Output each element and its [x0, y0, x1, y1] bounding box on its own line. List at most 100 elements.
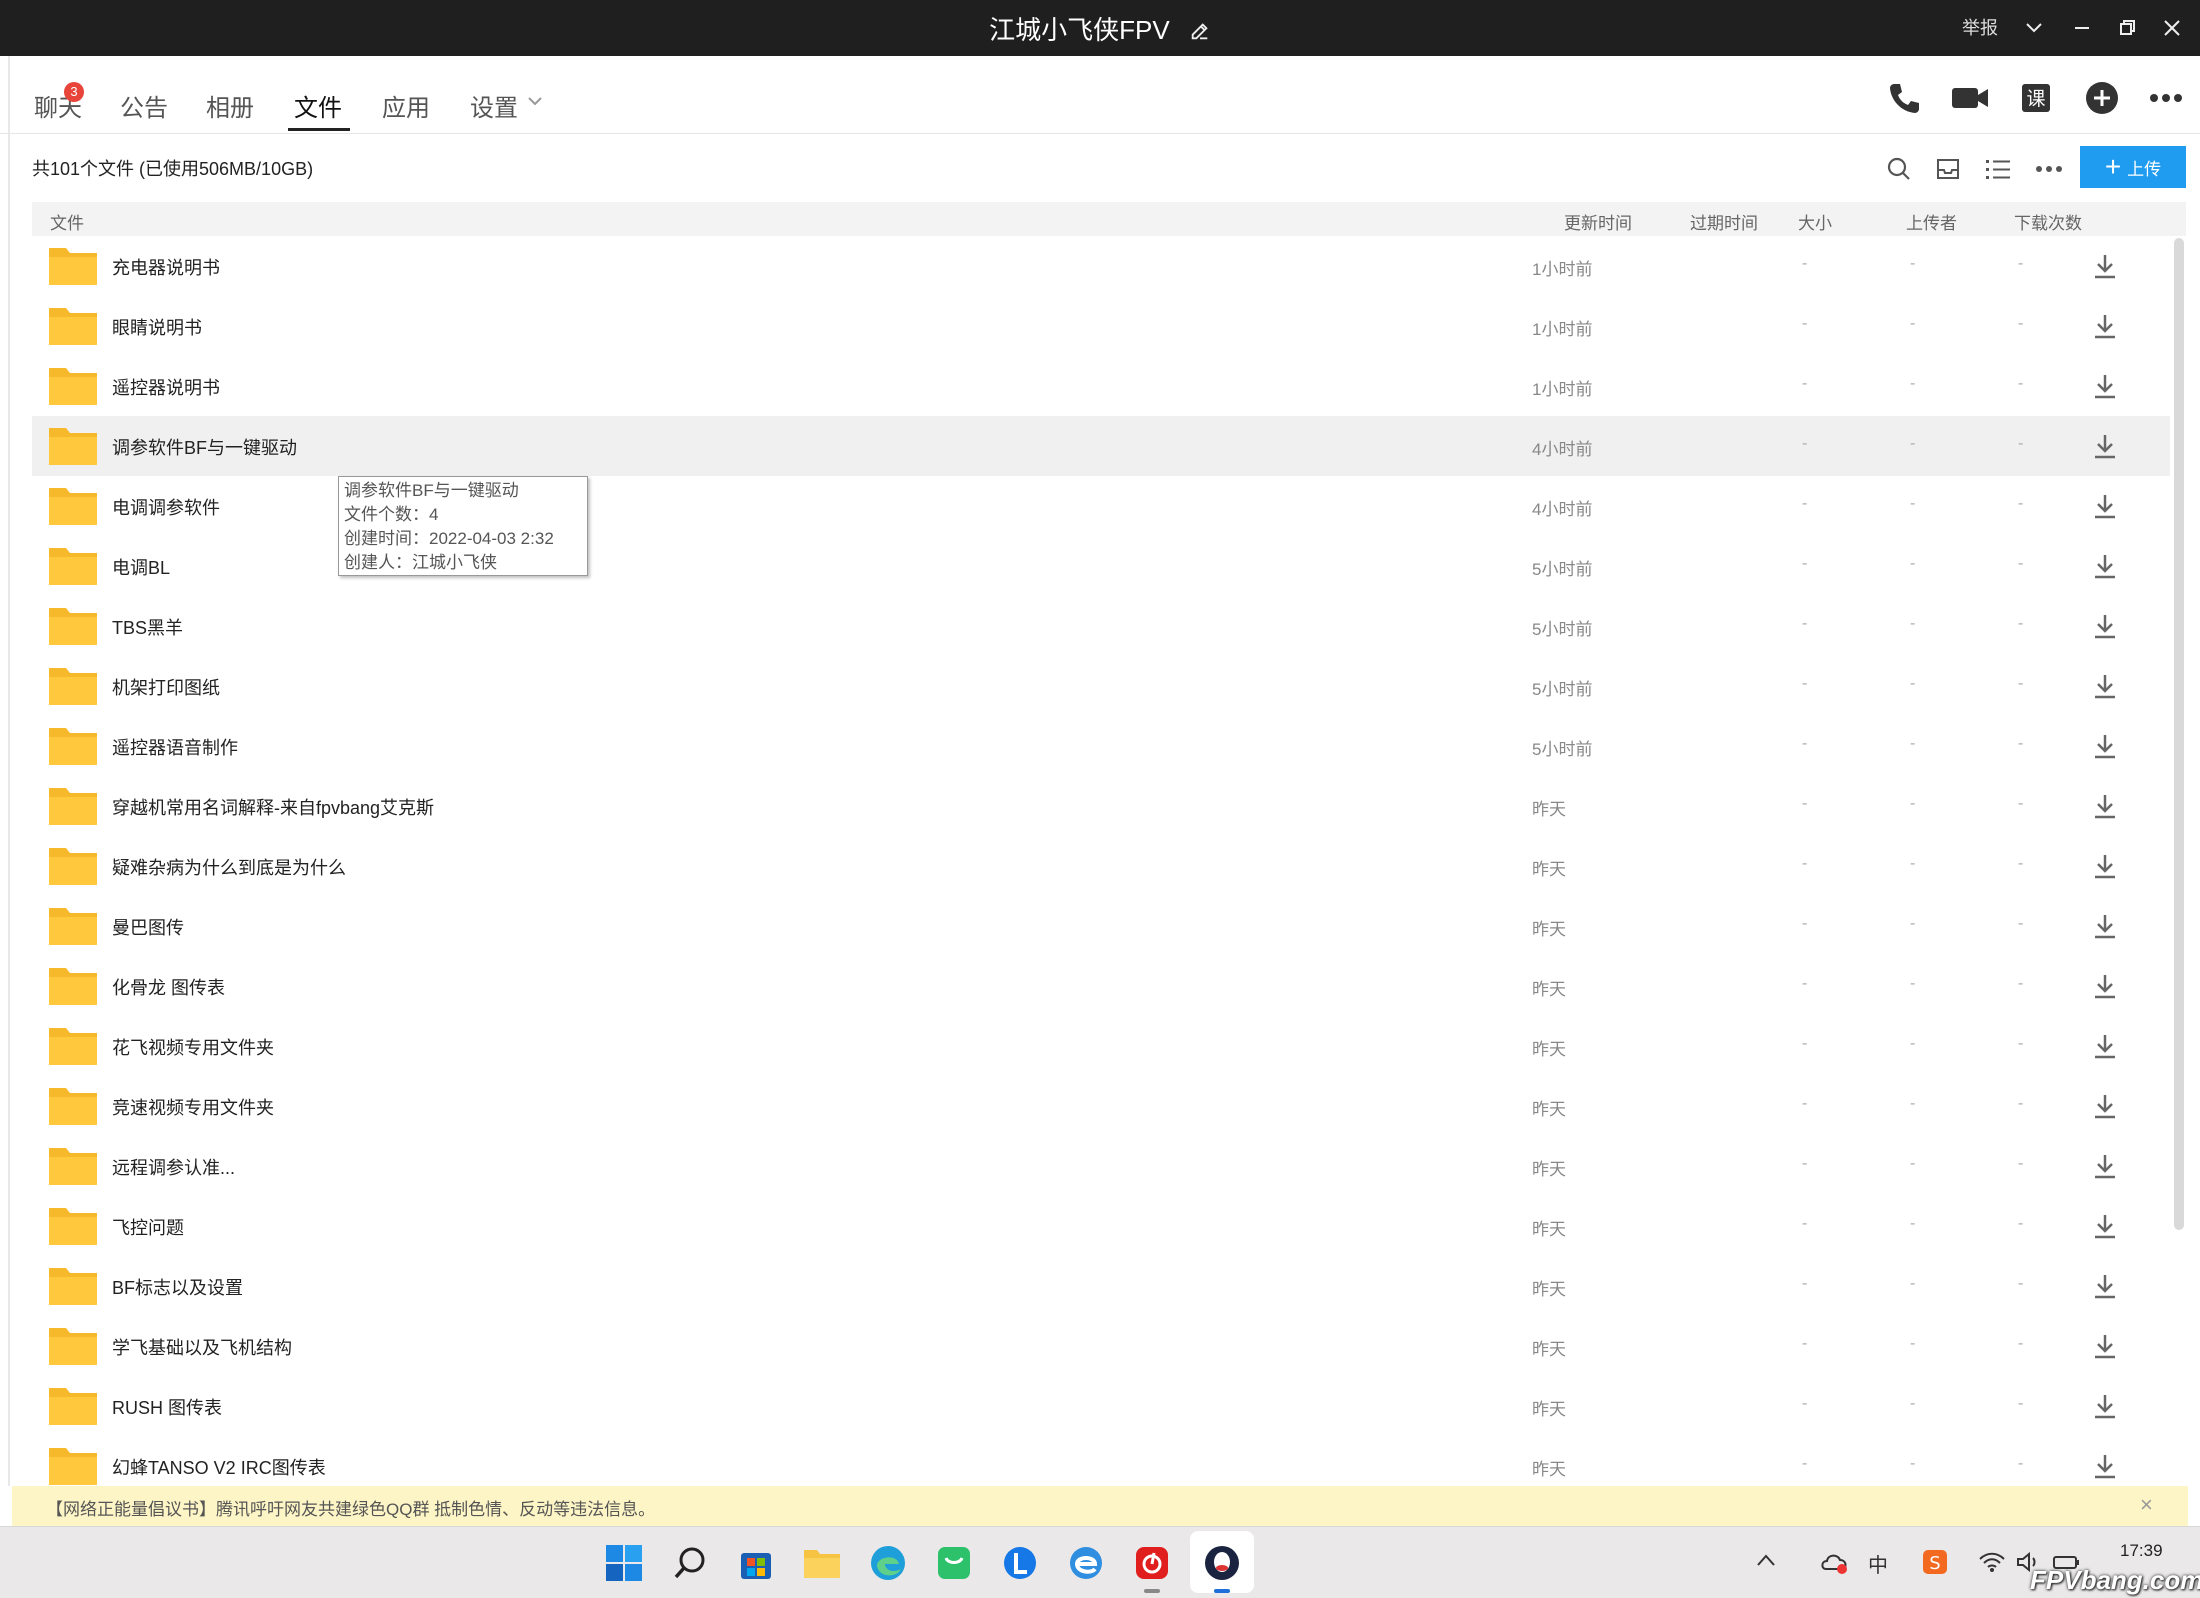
cloud-error-icon[interactable]: [1820, 1551, 1850, 1575]
start-button[interactable]: [602, 1541, 646, 1585]
chevron-down-icon[interactable]: [528, 96, 542, 106]
download-icon[interactable]: [2092, 1032, 2118, 1060]
upload-button[interactable]: + 上传: [2080, 146, 2186, 188]
report-link[interactable]: 举报: [1962, 14, 1998, 40]
table-row[interactable]: 调参软件BF与一键驱动 4小时前 - - -: [32, 416, 2170, 476]
list-view-button[interactable]: [1981, 152, 2015, 186]
search-button[interactable]: [1882, 152, 1916, 186]
table-row[interactable]: 充电器说明书 1小时前 - - -: [32, 236, 2170, 296]
download-icon[interactable]: [2092, 1392, 2118, 1420]
table-row[interactable]: 花飞视频专用文件夹 昨天 - - -: [32, 1016, 2170, 1076]
column-downloads[interactable]: 下载次数: [2014, 209, 2082, 234]
ime-indicator[interactable]: 中: [1868, 1549, 1888, 1578]
clock[interactable]: 17:39: [2120, 1541, 2163, 1561]
download-icon[interactable]: [2092, 612, 2118, 640]
download-icon[interactable]: [2092, 972, 2118, 1000]
download-icon[interactable]: [2092, 492, 2118, 520]
taskbar-search-button[interactable]: [668, 1541, 712, 1585]
file-name[interactable]: 花飞视频专用文件夹: [112, 1034, 274, 1060]
table-row[interactable]: TBS黑羊 5小时前 - - -: [32, 596, 2170, 656]
table-row[interactable]: 学飞基础以及飞机结构 昨天 - - -: [32, 1316, 2170, 1376]
download-icon[interactable]: [2092, 852, 2118, 880]
inbox-button[interactable]: [1931, 152, 1965, 186]
chevron-up-icon[interactable]: [1756, 1553, 1776, 1567]
download-icon[interactable]: [2092, 252, 2118, 280]
file-name[interactable]: 飞控问题: [112, 1214, 184, 1240]
file-name[interactable]: BF标志以及设置: [112, 1274, 243, 1300]
video-call-button[interactable]: [1950, 78, 1990, 118]
file-name[interactable]: 遥控器语音制作: [112, 734, 238, 760]
file-name[interactable]: TBS黑羊: [112, 614, 183, 640]
download-icon[interactable]: [2092, 312, 2118, 340]
close-button[interactable]: [2156, 12, 2188, 44]
download-icon[interactable]: [2092, 732, 2118, 760]
more-button[interactable]: [2146, 78, 2186, 118]
file-name[interactable]: 曼巴图传: [112, 914, 184, 940]
file-name[interactable]: 机架打印图纸: [112, 674, 220, 700]
file-name[interactable]: 调参软件BF与一键驱动: [112, 434, 297, 460]
wifi-icon[interactable]: [1978, 1551, 2006, 1573]
voice-call-button[interactable]: [1884, 78, 1924, 118]
tab-files[interactable]: 文件: [294, 88, 342, 123]
table-row[interactable]: 遥控器语音制作 5小时前 - - -: [32, 716, 2170, 776]
more-options-button[interactable]: [2032, 152, 2066, 186]
table-row[interactable]: 眼睛说明书 1小时前 - - -: [32, 296, 2170, 356]
taskbar-wechat[interactable]: [932, 1541, 976, 1585]
file-name[interactable]: 远程调参认准...: [112, 1154, 235, 1180]
taskbar-store[interactable]: [734, 1541, 778, 1585]
file-name[interactable]: 疑难杂病为什么到底是为什么: [112, 854, 346, 880]
column-uploader[interactable]: 上传者: [1906, 209, 1957, 234]
table-row[interactable]: 穿越机常用名词解释-来自fpvbang艾克斯 昨天 - - -: [32, 776, 2170, 836]
file-name[interactable]: 电调BL: [112, 554, 170, 580]
scrollbar-thumb[interactable]: [2174, 238, 2184, 1230]
file-name[interactable]: 电调调参软件: [112, 494, 220, 520]
taskbar-edge[interactable]: [866, 1541, 910, 1585]
taskbar-lenovo[interactable]: [998, 1541, 1042, 1585]
download-icon[interactable]: [2092, 912, 2118, 940]
taskbar-explorer[interactable]: [800, 1541, 844, 1585]
file-name[interactable]: 穿越机常用名词解释-来自fpvbang艾克斯: [112, 794, 434, 820]
notice-close-button[interactable]: ×: [2140, 1492, 2153, 1518]
table-row[interactable]: 化骨龙 图传表 昨天 - - -: [32, 956, 2170, 1016]
file-name[interactable]: 化骨龙 图传表: [112, 974, 225, 1000]
table-row[interactable]: BF标志以及设置 昨天 - - -: [32, 1256, 2170, 1316]
table-row[interactable]: 机架打印图纸 5小时前 - - -: [32, 656, 2170, 716]
table-row[interactable]: RUSH 图传表 昨天 - - -: [32, 1376, 2170, 1436]
column-size[interactable]: 大小: [1798, 209, 1832, 234]
file-name[interactable]: 遥控器说明书: [112, 374, 220, 400]
download-icon[interactable]: [2092, 1152, 2118, 1180]
column-expires[interactable]: 过期时间: [1690, 209, 1758, 234]
taskbar-qq[interactable]: [1200, 1541, 1244, 1585]
restore-button[interactable]: [2112, 12, 2144, 44]
tab-announcement[interactable]: 公告: [120, 88, 168, 123]
dropdown-button[interactable]: [2018, 12, 2050, 44]
tab-apps[interactable]: 应用: [382, 88, 430, 123]
minimize-button[interactable]: [2066, 12, 2098, 44]
tab-settings[interactable]: 设置: [470, 88, 518, 123]
classroom-button[interactable]: 课: [2016, 78, 2056, 118]
table-row[interactable]: 疑难杂病为什么到底是为什么 昨天 - - -: [32, 836, 2170, 896]
download-icon[interactable]: [2092, 552, 2118, 580]
file-name[interactable]: 学飞基础以及飞机结构: [112, 1334, 292, 1360]
download-icon[interactable]: [2092, 792, 2118, 820]
table-row[interactable]: 竞速视频专用文件夹 昨天 - - -: [32, 1076, 2170, 1136]
sogou-ime-icon[interactable]: S: [1922, 1549, 1948, 1575]
file-name[interactable]: 竞速视频专用文件夹: [112, 1094, 274, 1120]
download-icon[interactable]: [2092, 1272, 2118, 1300]
file-name[interactable]: 眼睛说明书: [112, 314, 202, 340]
download-icon[interactable]: [2092, 432, 2118, 460]
column-updated[interactable]: 更新时间: [1564, 209, 1632, 234]
file-name[interactable]: RUSH 图传表: [112, 1394, 222, 1420]
file-name[interactable]: 充电器说明书: [112, 254, 220, 280]
file-name[interactable]: 幻蜂TANSO V2 IRC图传表: [112, 1454, 326, 1480]
add-button[interactable]: [2082, 78, 2122, 118]
download-icon[interactable]: [2092, 1332, 2118, 1360]
table-row[interactable]: 远程调参认准... 昨天 - - -: [32, 1136, 2170, 1196]
column-file[interactable]: 文件: [50, 209, 84, 234]
download-icon[interactable]: [2092, 372, 2118, 400]
tab-album[interactable]: 相册: [206, 88, 254, 123]
table-row[interactable]: 飞控问题 昨天 - - -: [32, 1196, 2170, 1256]
download-icon[interactable]: [2092, 1092, 2118, 1120]
taskbar-netease-music[interactable]: [1130, 1541, 1174, 1585]
download-icon[interactable]: [2092, 672, 2118, 700]
